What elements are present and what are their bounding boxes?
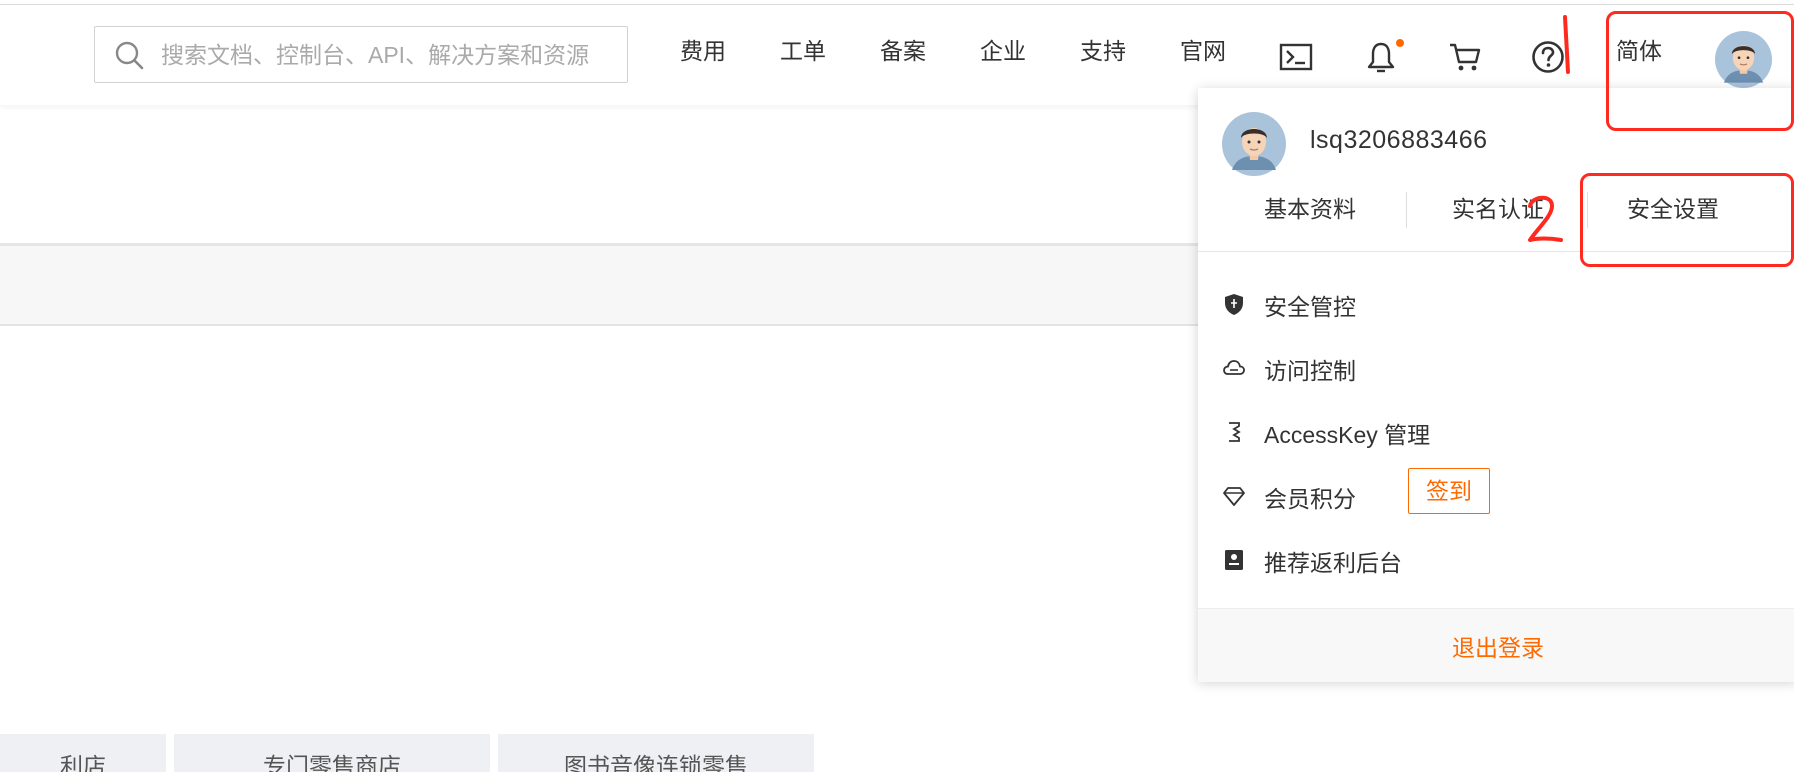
menu-item-referral[interactable]: 推荐返利后台 xyxy=(1222,540,1742,580)
checkin-button[interactable]: 签到 xyxy=(1408,468,1490,514)
logout-area: 退出登录 xyxy=(1198,608,1794,682)
nav-link-fees[interactable]: 费用 xyxy=(680,31,726,71)
search-box[interactable] xyxy=(94,26,628,84)
real-name-auth-link[interactable]: 实名认证 xyxy=(1428,191,1568,227)
search-input[interactable] xyxy=(159,27,623,84)
menu-item-label: 安全管控 xyxy=(1264,294,1356,320)
nav-link-official-site[interactable]: 官网 xyxy=(1180,31,1226,71)
menu-item-member-points[interactable]: 会员积分 签到 xyxy=(1222,468,1742,516)
category-card[interactable]: 专门零售商店 xyxy=(174,734,490,772)
annotation-box-avatar xyxy=(1606,11,1794,131)
category-card-label: 专门零售商店 xyxy=(263,753,401,772)
key-icon xyxy=(1229,422,1241,442)
document-icon xyxy=(1225,550,1243,570)
dropdown-avatar xyxy=(1222,112,1286,176)
search-icon xyxy=(115,41,144,70)
category-card-label: 利店 xyxy=(60,753,106,772)
username: lsq3206883466 xyxy=(1310,126,1488,154)
menu-item-label: 会员积分 xyxy=(1264,486,1356,512)
notification-dot xyxy=(1396,39,1404,47)
shield-icon xyxy=(1225,294,1243,315)
menu-item-label: AccessKey 管理 xyxy=(1264,422,1431,448)
annotation-box-security-settings xyxy=(1580,173,1794,267)
nav-link-support[interactable]: 支持 xyxy=(1080,31,1126,71)
logout-button[interactable]: 退出登录 xyxy=(1198,629,1794,663)
menu-item-security-control[interactable]: 安全管控 xyxy=(1222,284,1742,324)
bell-icon[interactable] xyxy=(1366,40,1396,74)
category-card[interactable]: 利店 xyxy=(0,734,166,772)
cloud-icon xyxy=(1223,360,1245,375)
diamond-icon xyxy=(1223,487,1245,506)
category-card-label: 图书音像连锁零售 xyxy=(564,753,748,772)
nav-link-enterprise[interactable]: 企业 xyxy=(980,31,1026,71)
help-icon[interactable] xyxy=(1531,40,1565,74)
content-band xyxy=(0,246,1200,326)
profile-link[interactable]: 基本资料 xyxy=(1250,191,1370,227)
menu-item-accesskey[interactable]: AccessKey 管理 xyxy=(1222,412,1742,452)
nav-link-tickets[interactable]: 工单 xyxy=(780,31,826,71)
menu-item-label: 推荐返利后台 xyxy=(1264,550,1402,576)
category-card[interactable]: 图书音像连锁零售 xyxy=(498,734,814,772)
terminal-icon[interactable] xyxy=(1279,43,1313,71)
menu-item-access-control[interactable]: 访问控制 xyxy=(1222,348,1742,388)
nav-link-icp-filing[interactable]: 备案 xyxy=(880,31,926,71)
menu-item-label: 访问控制 xyxy=(1264,358,1356,384)
link-divider xyxy=(1406,192,1407,228)
cart-icon[interactable] xyxy=(1448,42,1482,72)
